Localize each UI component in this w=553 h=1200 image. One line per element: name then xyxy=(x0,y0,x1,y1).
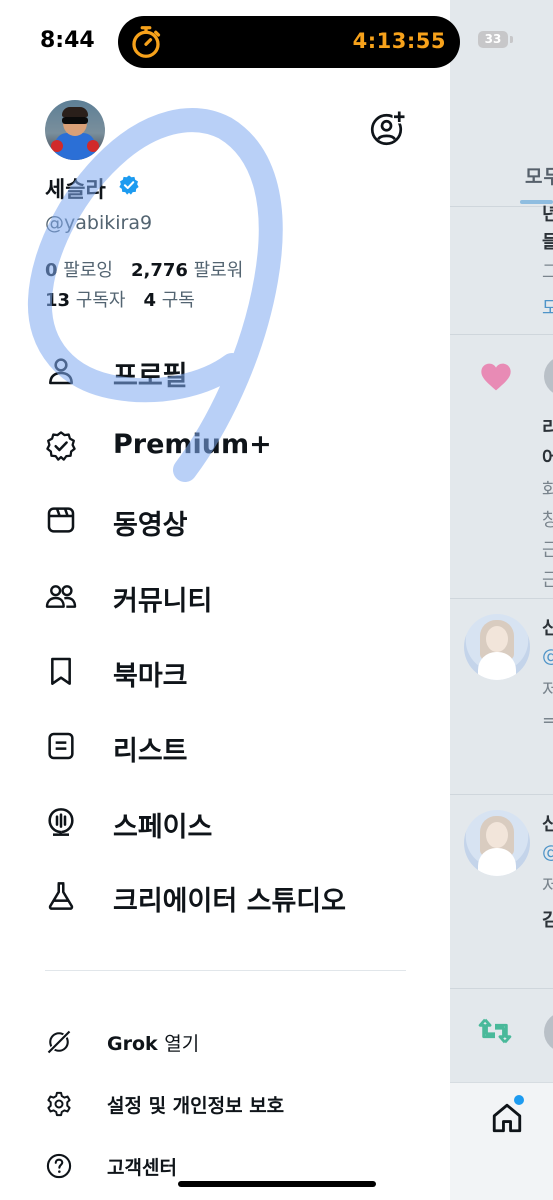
menu-item-settings[interactable]: 설정 및 개인정보 보호 xyxy=(45,1084,425,1124)
menu-item-help[interactable]: 고객센터 xyxy=(45,1146,425,1186)
stopwatch-icon xyxy=(132,26,161,58)
follow-stats: 0 팔로잉 2,776 팔로워 xyxy=(45,256,243,282)
settings-label: 설정 및 개인정보 보호 xyxy=(107,1095,285,1117)
timeline-text-fragment: 근 xyxy=(542,540,553,561)
menu-item-label: 프로필 xyxy=(113,361,188,392)
timeline-divider xyxy=(450,598,553,599)
home-indicator[interactable] xyxy=(178,1181,376,1187)
timeline-text-fragment: 그 xyxy=(542,262,553,283)
menu-item-label: 동영상 xyxy=(113,510,188,541)
menu-item-spaces[interactable]: 스페이스 xyxy=(45,796,425,848)
following-count: 0 xyxy=(45,260,58,281)
retweet-icon[interactable] xyxy=(478,1016,512,1046)
flask-icon xyxy=(48,882,74,910)
bookmark-icon xyxy=(51,657,71,685)
side-drawer: 세슬라 @yabikira9 0 팔로잉 2,776 팔로워 13 구독자 4 구독… xyxy=(0,0,450,1200)
menu-item-premium[interactable]: Premium+ xyxy=(45,420,425,472)
timeline-text-fragment: 창 xyxy=(542,510,553,531)
video-icon xyxy=(47,507,75,533)
avatar[interactable] xyxy=(45,100,105,160)
timeline-text-fragment: 년 xyxy=(542,204,553,225)
timeline-divider xyxy=(450,794,553,795)
timeline-text-fragment: 저 xyxy=(542,876,553,897)
communities-icon xyxy=(45,585,77,608)
display-name[interactable]: 세슬라 xyxy=(45,172,106,204)
menu-item-label: 북마크 xyxy=(113,661,188,692)
timeline-text-fragment: = xyxy=(542,710,553,731)
bottom-tab-bar xyxy=(450,1082,553,1200)
timeline-text-fragment: 리 xyxy=(542,418,553,439)
followers-count: 2,776 xyxy=(130,260,188,281)
timer-readout: 4:13:55 xyxy=(352,29,446,53)
subscribers-link[interactable]: 13 구독자 xyxy=(45,290,125,311)
gear-icon xyxy=(47,1091,71,1117)
subscription-stats: 13 구독자 4 구독 xyxy=(45,286,195,312)
menu-item-label: Premium+ xyxy=(113,429,272,460)
help-label: 고객센터 xyxy=(107,1157,177,1179)
menu-divider xyxy=(45,970,406,971)
menu-item-profile[interactable]: 프로필 xyxy=(45,345,425,397)
menu-item-video[interactable]: 동영상 xyxy=(45,494,425,546)
add-account-icon[interactable] xyxy=(370,110,406,146)
timeline-text-fragment: 신 xyxy=(542,814,553,835)
menu-item-label: 리스트 xyxy=(113,736,188,767)
avatar[interactable] xyxy=(544,356,553,396)
subscriptions-count: 4 xyxy=(143,290,157,311)
following-label: 팔로잉 xyxy=(63,260,113,281)
timeline-text-fragment: 모 xyxy=(542,298,553,319)
menu-item-communities[interactable]: 커뮤니티 xyxy=(45,570,425,622)
spaces-icon xyxy=(48,808,74,836)
help-icon xyxy=(46,1153,72,1179)
menu-item-creator-studio[interactable]: 크리에이터 스튜디오 xyxy=(45,870,425,922)
timeline-text-fragment: 신 xyxy=(542,618,553,639)
timeline-text-fragment: 김 xyxy=(542,910,553,931)
following-link[interactable]: 0 팔로잉 xyxy=(45,260,113,281)
notification-dot xyxy=(514,1095,524,1105)
avatar[interactable] xyxy=(544,1012,553,1052)
battery-level: 33 xyxy=(484,32,502,46)
menu-item-label: 커뮤니티 xyxy=(113,586,213,617)
timeline-text-fragment: 근 xyxy=(542,570,553,591)
grok-label-bold: Grok xyxy=(107,1033,158,1055)
battery-tip xyxy=(510,36,513,43)
timeline-tab-label: 모두 xyxy=(525,166,553,188)
subscribers-count: 13 xyxy=(45,290,71,311)
subscriptions-link[interactable]: 4 구독 xyxy=(143,290,194,311)
battery-icon: 33 xyxy=(478,31,508,48)
timeline-divider xyxy=(450,988,553,989)
menu-item-grok[interactable]: Grok 열기 xyxy=(45,1022,425,1062)
avatar[interactable] xyxy=(464,810,530,876)
grok-label: Grok 열기 xyxy=(107,1029,199,1056)
verified-badge-icon xyxy=(119,175,139,195)
followers-label: 팔로워 xyxy=(193,260,244,281)
list-icon xyxy=(48,732,74,760)
status-bar-time: 8:44 xyxy=(40,28,95,53)
home-icon[interactable] xyxy=(490,1101,524,1135)
grok-icon xyxy=(46,1029,72,1055)
screen: 모두 년 들 그 모 리 어 화 창 근 근 신 @ 저 = 신 @ 저 김 xyxy=(0,0,553,1200)
subscribers-label: 구독자 xyxy=(75,290,126,311)
menu-item-label: 크리에이터 스튜디오 xyxy=(113,886,346,917)
dynamic-island[interactable]: 4:13:55 xyxy=(118,16,460,68)
menu-item-label: 스페이스 xyxy=(113,812,213,843)
timeline-text-fragment: @ xyxy=(542,646,553,667)
timeline-text-fragment: @ xyxy=(542,842,553,863)
timeline-text-fragment: 어 xyxy=(542,448,553,469)
timeline-divider xyxy=(450,206,553,207)
menu-item-lists[interactable]: 리스트 xyxy=(45,720,425,772)
subscriptions-label: 구독 xyxy=(161,290,195,311)
person-icon xyxy=(49,358,73,385)
menu-item-bookmarks[interactable]: 북마크 xyxy=(45,645,425,697)
grok-label-rest: 열기 xyxy=(164,1033,200,1055)
timeline-text-fragment: 들 xyxy=(542,232,553,253)
heart-icon[interactable] xyxy=(480,362,512,392)
avatar[interactable] xyxy=(464,614,530,680)
background-timeline[interactable]: 모두 년 들 그 모 리 어 화 창 근 근 신 @ 저 = 신 @ 저 김 xyxy=(450,0,553,1200)
user-handle[interactable]: @yabikira9 xyxy=(45,212,152,234)
followers-link[interactable]: 2,776 팔로워 xyxy=(131,260,243,281)
timeline-text-fragment: 화 xyxy=(542,480,553,501)
timeline-divider xyxy=(450,334,553,335)
timeline-text-fragment: 저 xyxy=(542,680,553,701)
premium-badge-icon xyxy=(46,431,76,461)
